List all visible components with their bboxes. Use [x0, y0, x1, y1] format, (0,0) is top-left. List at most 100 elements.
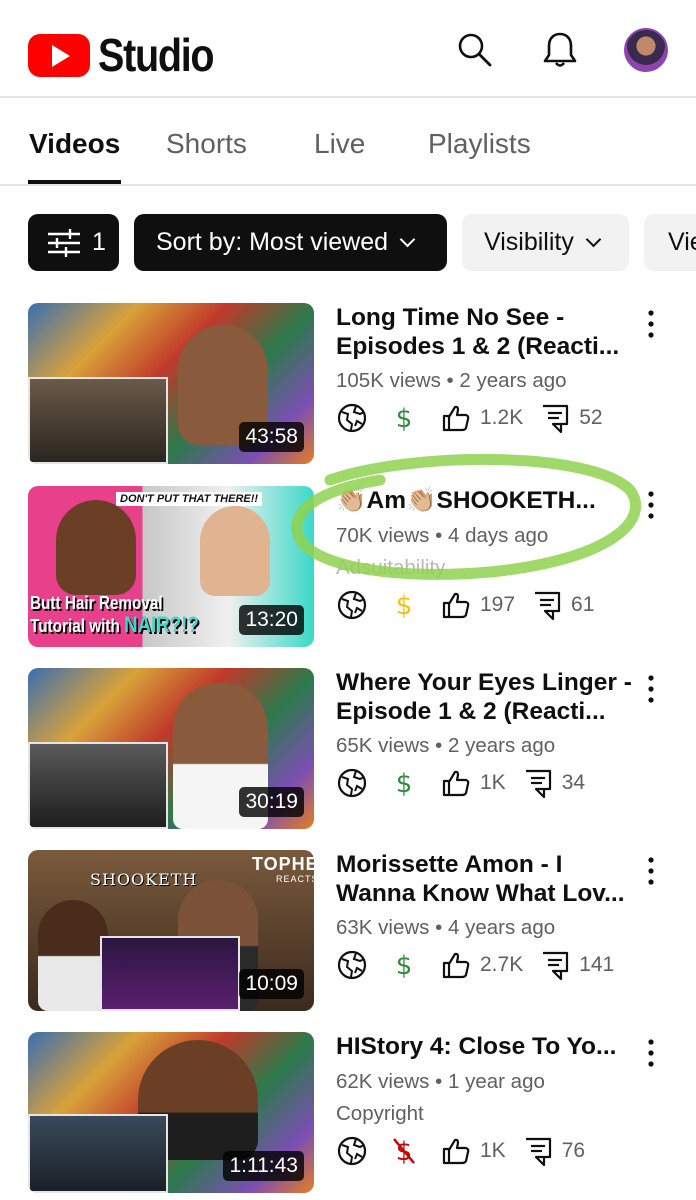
- video-thumbnail[interactable]: 30:19: [28, 668, 314, 829]
- comment-icon: [525, 1137, 551, 1167]
- thumbnail-headline-3: NAIR?!?: [124, 612, 199, 637]
- video-title[interactable]: HIStory 4: Close To Yo...: [336, 1032, 636, 1061]
- inset-scene-image: [28, 1114, 168, 1193]
- video-title[interactable]: Where Your Eyes Linger - Episode 1 & 2 (…: [336, 668, 636, 726]
- view-count: 105K views: [336, 369, 441, 392]
- like-count: 1K: [480, 1139, 506, 1162]
- like-count: 1K: [480, 771, 506, 794]
- like-count: 2.7K: [480, 953, 524, 976]
- chevron-down-icon: [399, 231, 416, 248]
- video-title[interactable]: Long Time No See - Episodes 1 & 2 (React…: [336, 303, 636, 361]
- video-stats: $ 1K 34: [336, 766, 585, 800]
- app-name: Studio: [98, 29, 215, 81]
- monetization-on-icon: $: [396, 951, 413, 981]
- duration-badge: 43:58: [239, 422, 304, 452]
- like-count: 1.2K: [480, 406, 524, 429]
- tab-live[interactable]: Live: [314, 128, 365, 160]
- comment-count: 61: [571, 593, 595, 616]
- globe-icon: [337, 768, 367, 798]
- duration-badge: 1:11:43: [223, 1151, 304, 1181]
- view-count: 63K views: [336, 916, 430, 939]
- globe-icon: [337, 403, 367, 433]
- duration-badge: 10:09: [239, 969, 304, 999]
- video-thumbnail[interactable]: 1:11:43: [28, 1032, 314, 1193]
- more-options-icon[interactable]: [638, 1036, 664, 1070]
- upload-age: 4 years ago: [448, 916, 556, 939]
- chevron-down-icon: [585, 231, 602, 248]
- tab-videos[interactable]: Videos: [29, 128, 120, 160]
- video-meta: 70K views • 4 days ago: [336, 524, 549, 547]
- video-title[interactable]: Morissette Amon - I Wanna Know What Lov.…: [336, 850, 636, 908]
- visibility-filter[interactable]: Visibility: [462, 214, 629, 271]
- host-figure-image: [38, 900, 108, 1011]
- filter-sliders-icon: [48, 228, 80, 257]
- host-figure-image: [56, 500, 136, 595]
- upload-age: 1 year ago: [448, 1070, 545, 1093]
- avatar[interactable]: [624, 28, 668, 72]
- video-meta: 62K views • 1 year ago: [336, 1070, 545, 1093]
- ad-suitability-tag: Adsuitability: [336, 556, 446, 579]
- views-filter[interactable]: Vie: [644, 214, 696, 271]
- comment-count: 52: [579, 406, 603, 429]
- video-thumbnail[interactable]: 43:58: [28, 303, 314, 464]
- video-row[interactable]: SHOOKETH TOPHER REACTS 10:09 Morissette …: [0, 850, 696, 1020]
- video-row[interactable]: DON'T PUT THAT THERE!! Butt Hair Removal…: [0, 486, 696, 656]
- more-options-icon[interactable]: [638, 488, 664, 522]
- filter-count: 1: [92, 228, 106, 256]
- comment-icon: [543, 951, 569, 981]
- visibility-label: Visibility: [484, 228, 574, 256]
- filter-button[interactable]: 1: [28, 214, 119, 271]
- comment-count: 141: [579, 953, 615, 976]
- bell-icon[interactable]: [540, 30, 580, 70]
- video-row[interactable]: 1:11:43 HIStory 4: Close To Yo... 62K vi…: [0, 1032, 696, 1200]
- video-thumbnail[interactable]: SHOOKETH TOPHER REACTS 10:09: [28, 850, 314, 1011]
- comment-icon: [535, 591, 561, 621]
- comment-icon: [525, 769, 551, 799]
- globe-icon: [337, 1136, 367, 1166]
- svg-text:$: $: [396, 769, 413, 799]
- more-options-icon[interactable]: [638, 854, 664, 888]
- video-stats: $ 197 61: [336, 588, 594, 622]
- monetization-on-icon: $: [396, 769, 413, 799]
- copyright-tag: Copyright: [336, 1102, 424, 1125]
- youtube-play-icon: [28, 33, 90, 77]
- thumbnail-caption: SHOOKETH: [90, 870, 198, 889]
- inset-scene-image: [28, 742, 168, 829]
- video-stats: $ 2.7K 141: [336, 948, 614, 982]
- tab-shorts[interactable]: Shorts: [166, 128, 247, 160]
- view-count: 62K views: [336, 1070, 430, 1093]
- thumbs-up-icon: [442, 405, 470, 432]
- video-stats: $ 1.2K 52: [336, 401, 603, 435]
- sort-dropdown[interactable]: Sort by: Most viewed: [134, 214, 447, 271]
- monetization-on-icon: $: [396, 404, 413, 434]
- channel-brand-sub: REACTS: [276, 874, 314, 884]
- video-meta: 65K views • 2 years ago: [336, 734, 556, 757]
- thumbnail-headline: Butt Hair Removal: [30, 593, 163, 613]
- content-tabs: Videos Shorts Live Playlists: [0, 100, 696, 186]
- duration-badge: 13:20: [239, 605, 304, 635]
- youtube-studio-logo[interactable]: Studio: [28, 28, 232, 82]
- thumbs-up-icon: [442, 770, 470, 797]
- upload-age: 4 days ago: [448, 524, 549, 547]
- inset-concert-image: [100, 936, 240, 1011]
- globe-icon: [337, 950, 367, 980]
- video-title[interactable]: 👏🏼Am👏🏼SHOOKETH...: [336, 486, 636, 515]
- video-thumbnail[interactable]: DON'T PUT THAT THERE!! Butt Hair Removal…: [28, 486, 314, 647]
- upload-age: 2 years ago: [448, 734, 556, 757]
- video-meta: 63K views • 4 years ago: [336, 916, 556, 939]
- app-header: Studio: [0, 0, 696, 98]
- more-options-icon[interactable]: [638, 307, 664, 341]
- sort-label: Sort by: Most viewed: [156, 228, 389, 256]
- globe-icon: [337, 590, 367, 620]
- monetization-off-icon: $: [393, 1137, 415, 1167]
- more-options-icon[interactable]: [638, 672, 664, 706]
- comment-icon: [543, 404, 569, 434]
- video-stats: $ 1K 76: [336, 1134, 585, 1168]
- search-icon[interactable]: [454, 30, 494, 70]
- active-tab-indicator: [28, 180, 121, 184]
- view-count: 70K views: [336, 524, 430, 547]
- tab-playlists[interactable]: Playlists: [428, 128, 531, 160]
- video-row[interactable]: 43:58 Long Time No See - Episodes 1 & 2 …: [0, 303, 696, 473]
- upload-age: 2 years ago: [459, 369, 567, 392]
- video-row[interactable]: 30:19 Where Your Eyes Linger - Episode 1…: [0, 668, 696, 838]
